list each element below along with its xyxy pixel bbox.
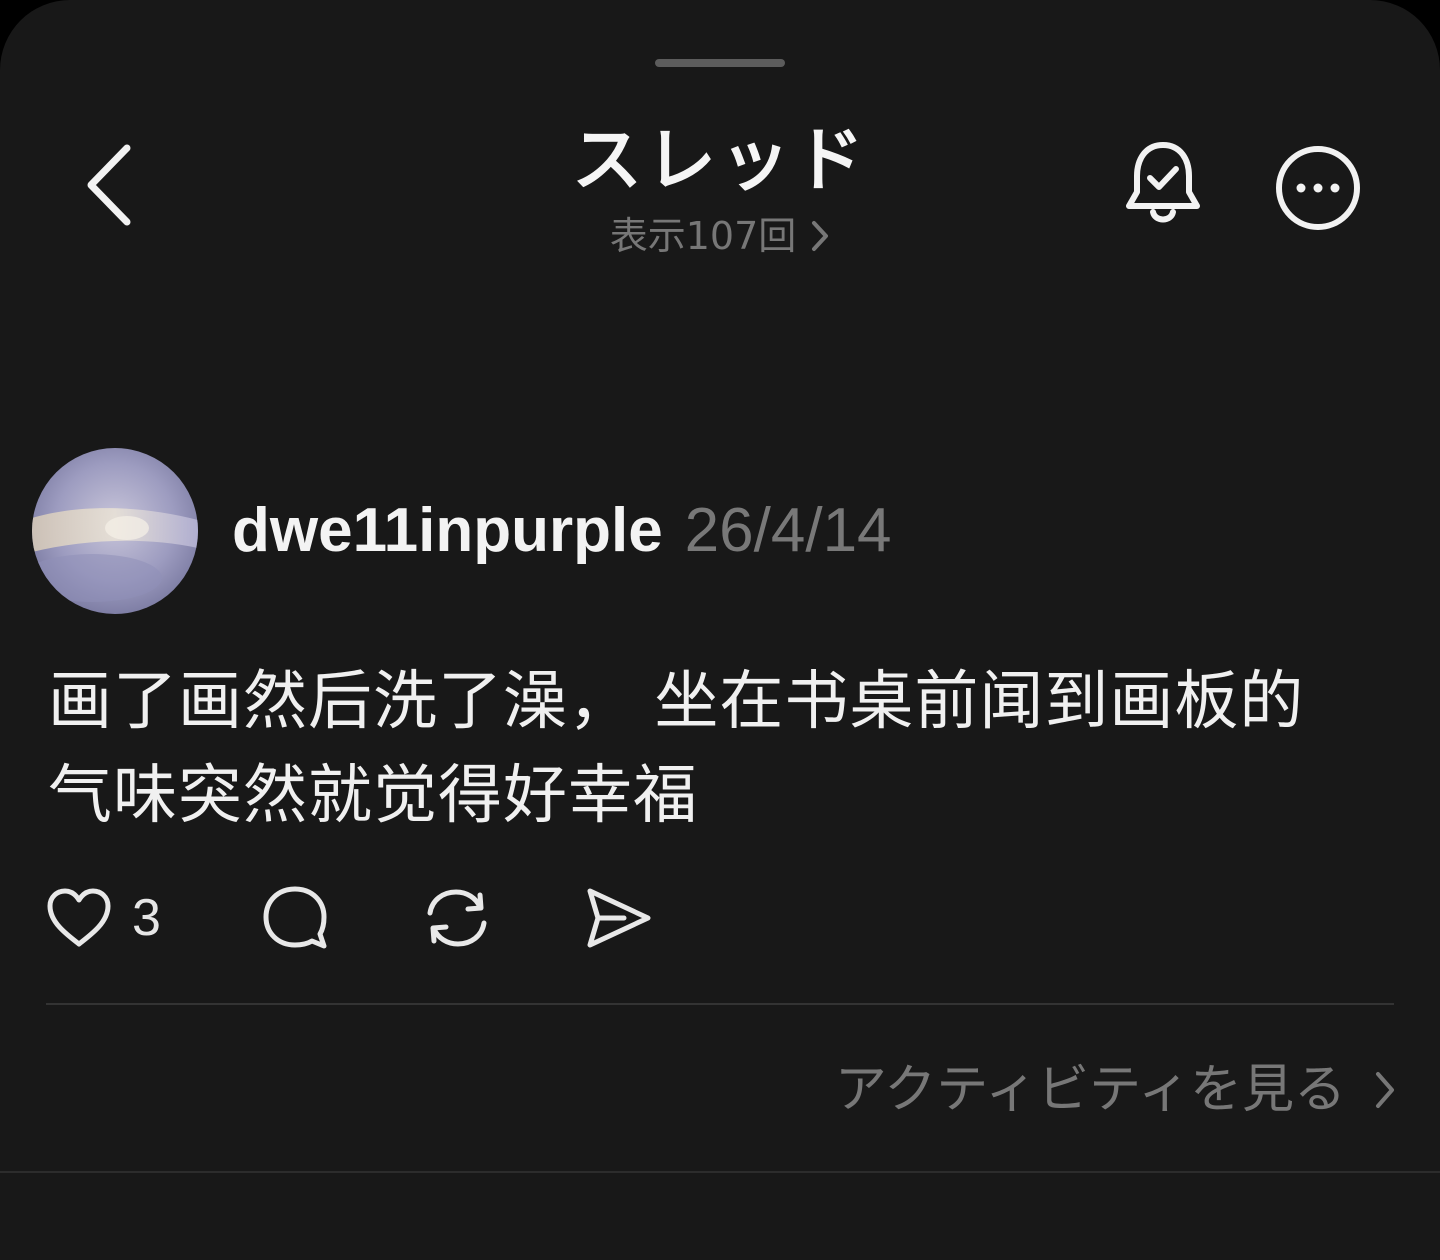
like-button[interactable]: 3 — [44, 880, 161, 956]
divider — [0, 1171, 1440, 1173]
avatar[interactable] — [32, 448, 198, 614]
like-count: 3 — [132, 889, 161, 947]
post-text-line: 画了画然后洗了澡， 坐在书桌前闻到画板的 — [48, 665, 1305, 739]
repost-icon — [422, 883, 492, 953]
post-username[interactable]: dwe11inpurple — [232, 495, 663, 566]
bell-check-icon — [1123, 140, 1203, 230]
chevron-right-icon — [1374, 1070, 1396, 1110]
more-options-button[interactable] — [1270, 140, 1365, 235]
back-button[interactable] — [70, 140, 150, 230]
post-text-line: 气味突然就觉得好幸福 — [48, 759, 698, 833]
chevron-right-icon — [810, 219, 830, 253]
chevron-left-icon — [85, 144, 135, 226]
views-count-label: 表示107回 — [609, 214, 797, 258]
view-activity-link[interactable]: アクティビティを見る — [835, 1055, 1396, 1125]
page-title: スレッド — [572, 119, 868, 201]
post-timestamp: 26/4/14 — [684, 495, 892, 565]
reply-button[interactable] — [260, 880, 330, 956]
repost-button[interactable] — [422, 880, 492, 956]
share-button[interactable] — [584, 880, 654, 956]
divider — [46, 1003, 1394, 1005]
comment-icon — [260, 883, 330, 953]
view-activity-label: アクティビティを見る — [834, 1060, 1346, 1120]
more-horizontal-icon — [1273, 143, 1363, 233]
post-body: 画了画然后洗了澡， 坐在书桌前闻到画板的 气味突然就觉得好幸福 — [48, 655, 1388, 843]
notify-button[interactable] — [1118, 140, 1208, 230]
heart-icon — [44, 886, 114, 950]
views-count-link[interactable]: 表示107回 — [560, 212, 880, 260]
post-header: dwe11inpurple 26/4/14 — [232, 488, 892, 572]
thread-sheet: スレッド 表示107回 dwe11inpurple 26/4/14 画了画然后洗… — [0, 0, 1440, 1260]
send-icon — [584, 883, 654, 953]
sheet-grabber[interactable] — [655, 59, 785, 67]
